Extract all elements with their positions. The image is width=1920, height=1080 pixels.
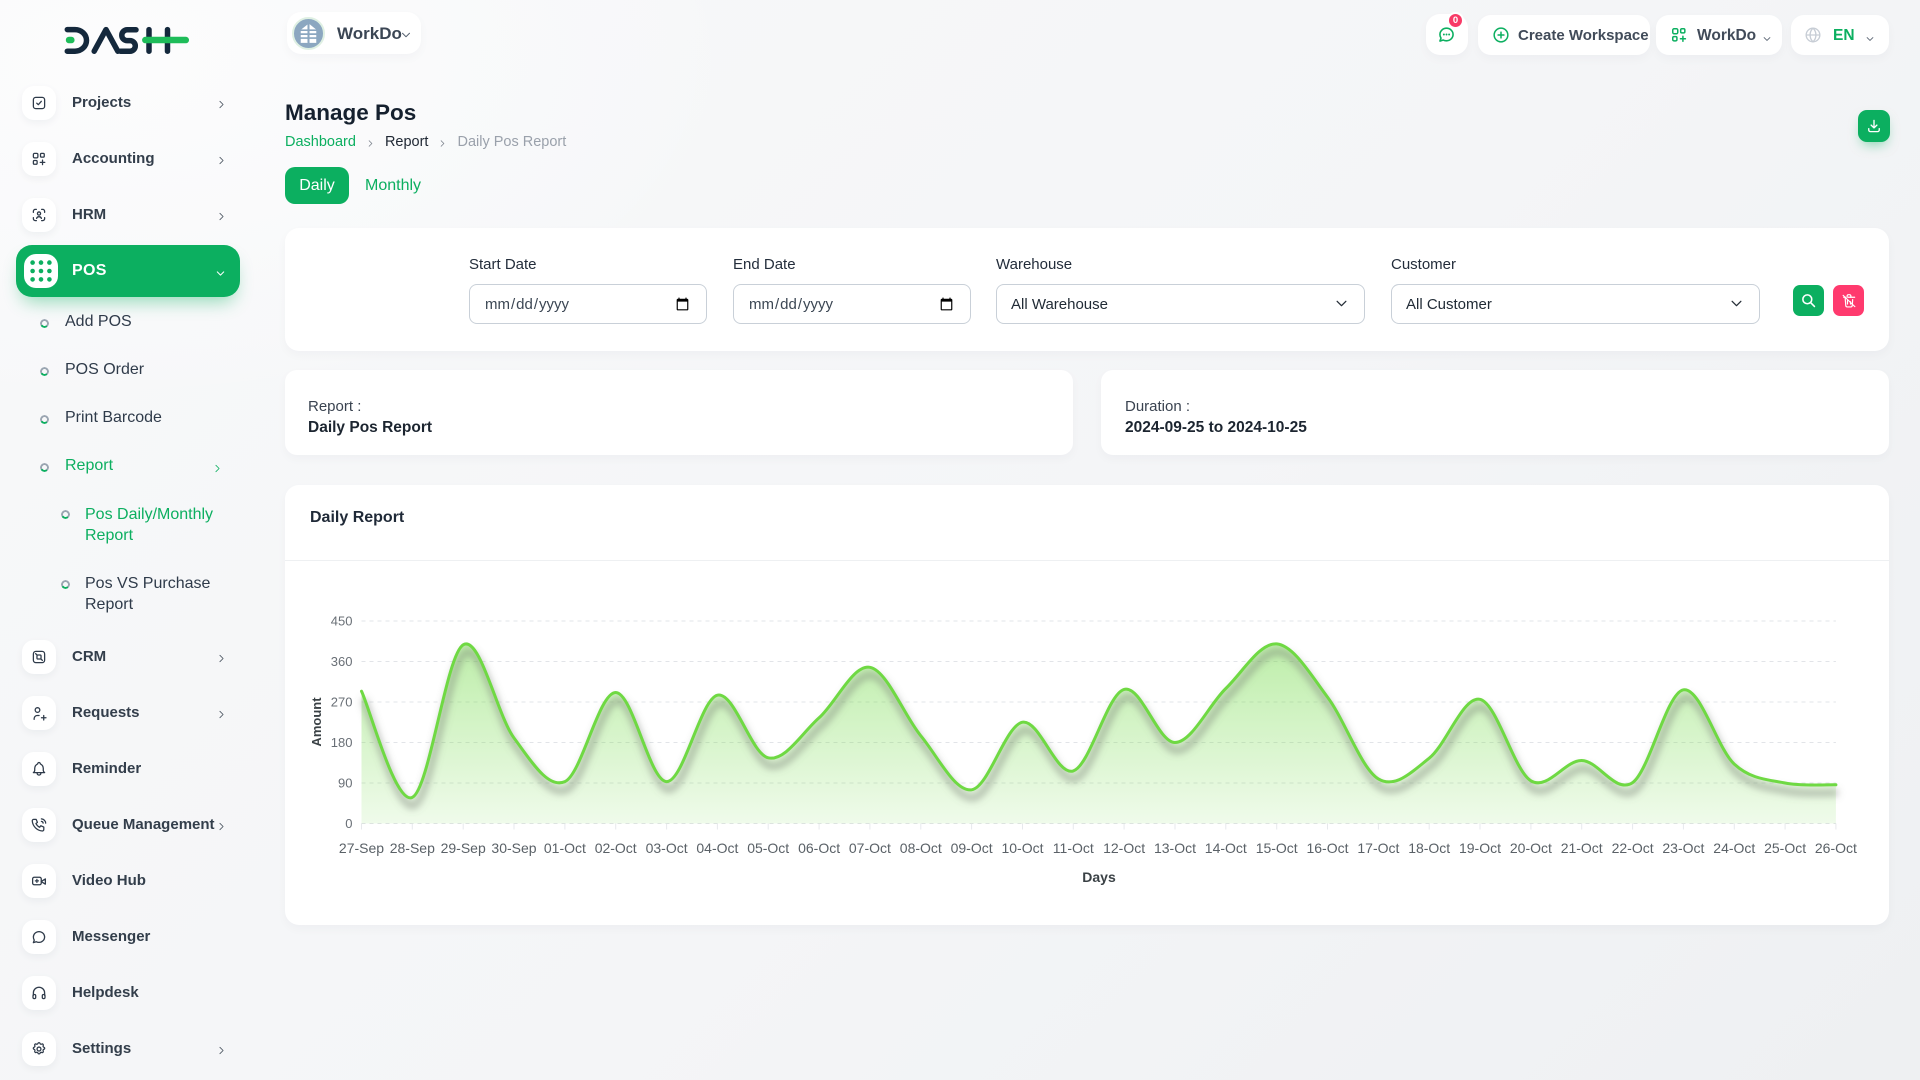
svg-text:21-Oct: 21-Oct [1561, 840, 1603, 856]
svg-text:05-Oct: 05-Oct [747, 840, 789, 856]
svg-text:180: 180 [331, 735, 353, 750]
svg-text:08-Oct: 08-Oct [900, 840, 942, 856]
svg-text:27-Sep: 27-Sep [339, 840, 384, 856]
svg-text:360: 360 [331, 654, 353, 669]
svg-text:19-Oct: 19-Oct [1459, 840, 1501, 856]
svg-text:24-Oct: 24-Oct [1713, 840, 1755, 856]
svg-text:25-Oct: 25-Oct [1764, 840, 1806, 856]
svg-text:90: 90 [338, 776, 352, 791]
svg-text:01-Oct: 01-Oct [544, 840, 586, 856]
svg-text:0: 0 [345, 816, 352, 831]
svg-text:14-Oct: 14-Oct [1205, 840, 1247, 856]
svg-text:17-Oct: 17-Oct [1357, 840, 1399, 856]
svg-text:30-Sep: 30-Sep [491, 840, 536, 856]
svg-text:15-Oct: 15-Oct [1256, 840, 1298, 856]
svg-text:29-Sep: 29-Sep [441, 840, 486, 856]
svg-text:23-Oct: 23-Oct [1662, 840, 1704, 856]
svg-text:13-Oct: 13-Oct [1154, 840, 1196, 856]
svg-text:20-Oct: 20-Oct [1510, 840, 1552, 856]
svg-text:11-Oct: 11-Oct [1053, 840, 1094, 856]
svg-text:10-Oct: 10-Oct [1001, 840, 1043, 856]
svg-text:Amount: Amount [309, 697, 324, 747]
svg-text:02-Oct: 02-Oct [595, 840, 637, 856]
svg-text:03-Oct: 03-Oct [646, 840, 688, 856]
svg-text:270: 270 [331, 695, 353, 710]
svg-text:18-Oct: 18-Oct [1408, 840, 1450, 856]
svg-text:Days: Days [1082, 869, 1116, 885]
svg-text:04-Oct: 04-Oct [696, 840, 738, 856]
svg-text:22-Oct: 22-Oct [1612, 840, 1654, 856]
svg-text:26-Oct: 26-Oct [1815, 840, 1857, 856]
svg-text:16-Oct: 16-Oct [1306, 840, 1348, 856]
svg-text:06-Oct: 06-Oct [798, 840, 840, 856]
svg-text:450: 450 [331, 614, 353, 629]
svg-text:07-Oct: 07-Oct [849, 840, 891, 856]
svg-text:12-Oct: 12-Oct [1103, 840, 1145, 856]
svg-text:09-Oct: 09-Oct [951, 840, 993, 856]
svg-text:28-Sep: 28-Sep [390, 840, 435, 856]
